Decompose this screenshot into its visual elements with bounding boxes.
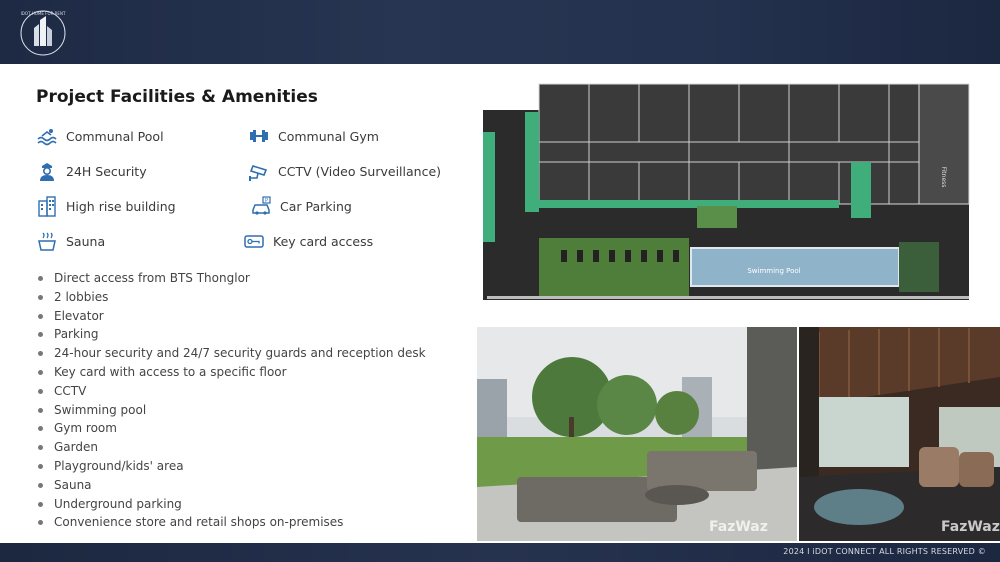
watermark-text: FazWaz bbox=[941, 519, 1000, 535]
security-guard-icon bbox=[36, 160, 58, 182]
amenity-car-parking: P Car Parking bbox=[250, 195, 352, 217]
page-title: Project Facilities & Amenities bbox=[36, 87, 318, 107]
garden-photo: FazWaz bbox=[477, 327, 797, 541]
list-item: Swimming pool bbox=[36, 401, 426, 420]
list-item: Gym room bbox=[36, 419, 426, 438]
amenity-sauna: Sauna bbox=[36, 230, 105, 252]
amenity-high-rise: High rise building bbox=[36, 195, 176, 217]
list-item: Direct access from BTS Thonglor bbox=[36, 269, 426, 288]
watermark-text: FazWaz bbox=[709, 519, 768, 535]
list-item: Elevator bbox=[36, 307, 426, 326]
cctv-camera-icon bbox=[248, 160, 270, 182]
amenity-label: Communal Pool bbox=[66, 128, 164, 144]
svg-text:IDOT HOME FOR RENT: IDOT HOME FOR RENT bbox=[21, 11, 66, 16]
list-item: Parking bbox=[36, 325, 426, 344]
amenity-label: Sauna bbox=[66, 233, 106, 249]
list-item: 2 lobbies bbox=[36, 288, 426, 307]
pool-icon bbox=[36, 125, 58, 147]
car-parking-icon: P bbox=[250, 195, 272, 217]
floor-plan-image: Fitness Swimming Pool bbox=[479, 82, 972, 304]
list-item: Key card with access to a specific floor bbox=[36, 363, 426, 382]
amenity-label: CCTV (Video Surveillance) bbox=[278, 163, 442, 179]
building-icon bbox=[36, 195, 58, 217]
amenity-security: 24H Security bbox=[36, 160, 147, 182]
header-bar bbox=[0, 0, 1000, 64]
copyright-text: 2024 I iDOT CONNECT ALL RIGHTS RESERVED … bbox=[783, 547, 986, 556]
sauna-icon bbox=[36, 230, 58, 252]
list-item: Sauna bbox=[36, 476, 426, 495]
list-item: Underground parking bbox=[36, 495, 426, 514]
amenity-label: High rise building bbox=[66, 198, 176, 214]
amenity-communal-gym: Communal Gym bbox=[248, 125, 379, 147]
list-item: Playground/kids' area bbox=[36, 457, 426, 476]
amenity-label: 24H Security bbox=[66, 163, 147, 179]
list-item: 24-hour security and 24/7 security guard… bbox=[36, 344, 426, 363]
fitness-label: Fitness bbox=[940, 167, 947, 188]
list-item: Garden bbox=[36, 438, 426, 457]
lobby-photo: FazWaz bbox=[799, 327, 1000, 541]
key-card-icon bbox=[243, 230, 265, 252]
amenity-communal-pool: Communal Pool bbox=[36, 125, 164, 147]
dumbbell-icon bbox=[248, 125, 270, 147]
features-list: Direct access from BTS Thonglor 2 lobbie… bbox=[36, 269, 426, 532]
amenity-label: Communal Gym bbox=[278, 128, 379, 144]
amenity-cctv: CCTV (Video Surveillance) bbox=[248, 160, 441, 182]
company-logo[interactable]: IDOT HOME FOR RENT bbox=[12, 6, 74, 60]
pool-label: Swimming Pool bbox=[747, 267, 800, 275]
amenity-key-card: Key card access bbox=[243, 230, 373, 252]
svg-text:P: P bbox=[265, 198, 268, 204]
amenity-label: Key card access bbox=[273, 233, 374, 249]
amenity-label: Car Parking bbox=[280, 198, 352, 214]
list-item: CCTV bbox=[36, 382, 426, 401]
list-item: Convenience store and retail shops on-pr… bbox=[36, 513, 426, 532]
